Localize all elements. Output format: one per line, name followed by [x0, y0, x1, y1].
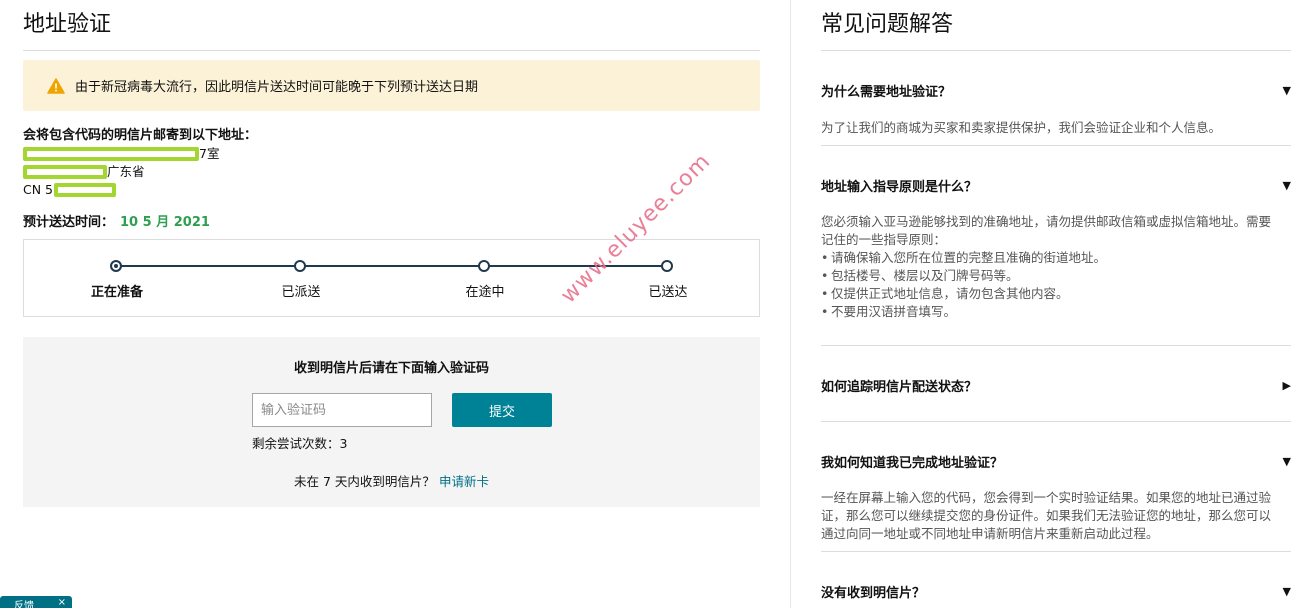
page-title: 地址验证	[23, 12, 112, 37]
address-line-1: 7室	[23, 146, 219, 162]
faq-question-guidelines[interactable]: 地址输入指导原则是什么？ ▼	[821, 176, 1291, 195]
address-line-3: CN 5	[23, 182, 117, 198]
faq-answer-how-know-complete: 一经在屏幕上输入您的代码，您会得到一个实时验证结果。如果您的地址已通过验 证，那…	[821, 489, 1291, 543]
feedback-label: 反馈	[14, 601, 34, 608]
submit-button[interactable]: 提交	[452, 393, 552, 427]
address-line-3-prefix: CN 5	[23, 182, 54, 197]
step-label-in-transit: 在途中	[465, 285, 505, 300]
caret-down-icon: ▼	[1282, 179, 1291, 192]
eta-label: 预计送达时间：	[23, 215, 115, 230]
warning-icon	[47, 77, 65, 94]
step-dot-delivered	[661, 260, 673, 272]
faq-question-text: 没有收到明信片？	[821, 586, 926, 601]
faq-answer-line: 一经在屏幕上输入您的代码，您会得到一个实时验证结果。如果您的地址已通过验	[821, 490, 1272, 505]
faq-question-why-verify[interactable]: 为什么需要地址验证？ ▼	[821, 81, 1291, 100]
faq-question-not-received[interactable]: 没有收到明信片？ ▼	[821, 582, 1291, 601]
step-dot-in-transit	[478, 260, 490, 272]
step-label-preparing: 正在准备	[90, 285, 144, 300]
remaining-attempts: 剩余尝试次数：3	[252, 436, 348, 451]
alert-text: 由于新冠病毒大流行，因此明信片送达时间可能晚于下列预计送达日期	[75, 80, 479, 95]
faq-answer-why-verify: 为了让我们的商城为买家和卖家提供保护，我们会验证企业和个人信息。	[821, 120, 1222, 135]
feedback-tab[interactable]: 反馈 ×	[0, 596, 72, 608]
address-line-1-suffix: 7室	[199, 146, 220, 161]
verification-box: 收到明信片后请在下面输入验证码 提交 剩余尝试次数：3 未在 7 天内收到明信片…	[23, 337, 760, 507]
faq-answer-line: 证，那么您可以继续提交您的身份证件。如果我们无法验证您的地址，那么您可以	[821, 508, 1272, 523]
caret-down-icon: ▼	[1282, 84, 1291, 97]
pandemic-alert: 由于新冠病毒大流行，因此明信片送达时间可能晚于下列预计送达日期	[23, 60, 760, 111]
faq-question-text: 为什么需要地址验证？	[821, 85, 952, 100]
divider	[821, 551, 1291, 552]
delivery-tracker: 正在准备 已派送 在途中 已送达	[23, 239, 760, 317]
faq-question-text: 如何追踪明信片配送状态？	[821, 380, 978, 395]
column-divider	[790, 0, 791, 608]
list-item: 包括楼号、楼层以及门牌号码等。	[821, 267, 1291, 285]
faq-answer-line: 记住的一些指导原则：	[821, 232, 947, 247]
address-line-2-suffix: 广东省	[107, 164, 145, 179]
divider	[23, 50, 760, 51]
faq-question-how-know-complete[interactable]: 我如何知道我已完成地址验证？ ▼	[821, 452, 1291, 471]
faq-answer-guidelines: 您必须输入亚马逊能够找到的准确地址，请勿提供邮政信箱或虚拟信箱地址。需要 记住的…	[821, 213, 1291, 321]
close-icon[interactable]: ×	[58, 597, 66, 608]
redacted-block	[23, 147, 199, 161]
address-heading: 会将包含代码的明信片邮寄到以下地址：	[23, 128, 258, 143]
faq-question-text: 地址输入指导原则是什么？	[821, 180, 978, 195]
not-received-row: 未在 7 天内收到明信片？ 申请新卡	[23, 471, 760, 490]
step-label-delivered: 已送达	[648, 285, 688, 300]
step-dot-shipped	[294, 260, 306, 272]
redacted-block	[54, 183, 117, 197]
request-new-card-link[interactable]: 申请新卡	[439, 474, 489, 489]
divider	[821, 50, 1291, 51]
step-label-shipped: 已派送	[281, 285, 321, 300]
list-item: 仅提供正式地址信息，请勿包含其他内容。	[821, 285, 1291, 303]
not-received-text: 未在 7 天内收到明信片？	[294, 474, 435, 489]
guideline-list: 请确保输入您所在位置的完整且准确的街道地址。 包括楼号、楼层以及门牌号码等。 仅…	[821, 249, 1291, 321]
step-dot-preparing	[110, 260, 122, 272]
faq-title: 常见问题解答	[821, 12, 954, 37]
address-line-2: 广东省	[23, 164, 145, 180]
eta-value: 10 5 月 2021	[120, 215, 210, 230]
verification-code-input[interactable]	[252, 393, 432, 427]
caret-down-icon: ▼	[1282, 455, 1291, 468]
list-item: 不要用汉语拼音填写。	[821, 303, 1291, 321]
faq-question-track-postcard[interactable]: 如何追踪明信片配送状态？ ▶	[821, 376, 1291, 395]
divider	[821, 345, 1291, 346]
caret-down-icon: ▼	[1282, 585, 1291, 598]
faq-question-text: 我如何知道我已完成地址验证？	[821, 456, 1004, 471]
divider	[821, 421, 1291, 422]
list-item: 请确保输入您所在位置的完整且准确的街道地址。	[821, 249, 1291, 267]
eta-row: 预计送达时间： 10 5 月 2021	[23, 211, 210, 230]
faq-answer-line: 通过向同一地址或不同地址申请新明信片来重新启动此过程。	[821, 526, 1159, 541]
caret-right-icon: ▶	[1282, 379, 1291, 392]
verify-prompt: 收到明信片后请在下面输入验证码	[293, 361, 489, 376]
redacted-block	[23, 165, 107, 179]
faq-answer-line: 您必须输入亚马逊能够找到的准确地址，请勿提供邮政信箱或虚拟信箱地址。需要	[821, 214, 1272, 229]
divider	[821, 145, 1291, 146]
